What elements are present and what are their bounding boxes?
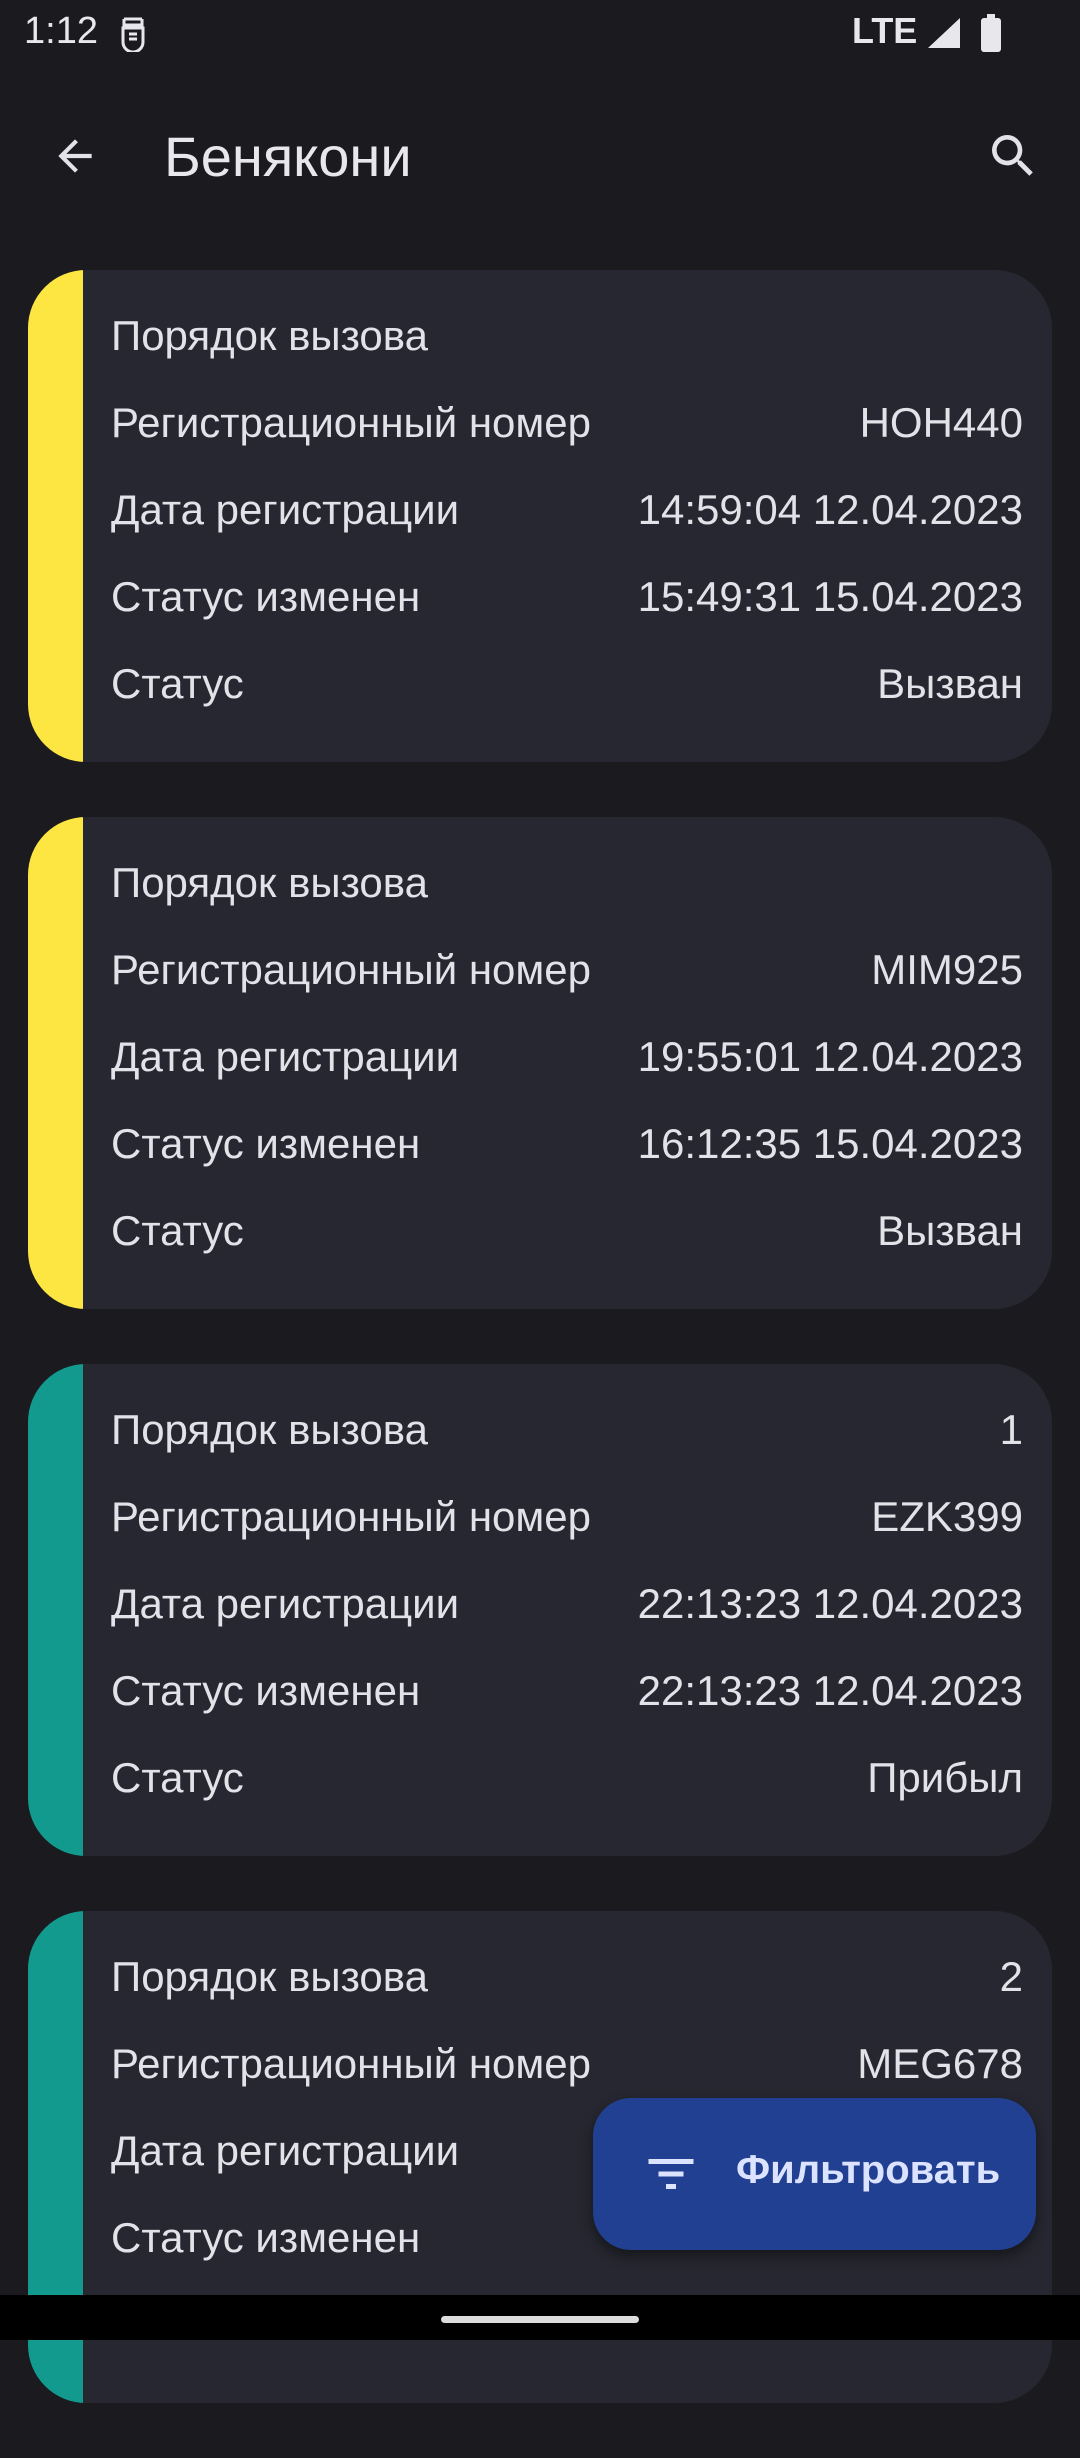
row-label: Порядок вызова [111,858,428,906]
row-value: 2 [999,1952,1023,2000]
row-registration-number: Регистрационный номер MIM925 [111,926,1023,1013]
status-stripe [28,817,83,1309]
row-label: Дата регистрации [111,485,460,533]
app-bar: Бенякони [0,96,1080,216]
row-status-changed: Статус изменен 22:13:23 12.04.2023 [111,1647,1023,1734]
row-label: Статус изменен [111,572,421,620]
queue-card[interactable]: Порядок вызова 1 Регистрационный номер E… [28,1364,1052,1856]
row-value: MEG678 [857,2039,1023,2087]
row-value: 16:12:35 15.04.2023 [637,1119,1023,1167]
row-value: EZK399 [871,1492,1023,1540]
status-bar: 1:12 LTE [0,0,1080,66]
row-value: MIM925 [871,945,1023,993]
row-call-order: Порядок вызова [111,839,1023,926]
row-label: Статус [111,1206,244,1254]
row-registration-number: Регистрационный номер HOH440 [111,379,1023,466]
row-label: Статус [111,659,244,707]
row-label: Статус изменен [111,2213,421,2261]
queue-card[interactable]: Порядок вызова Регистрационный номер HOH… [28,270,1052,762]
arrow-back-icon [58,139,92,173]
row-registration-date: Дата регистрации 14:59:04 12.04.2023 [111,466,1023,553]
search-icon [992,135,1033,176]
row-label: Дата регистрации [111,1579,460,1627]
card-body: Порядок вызова Регистрационный номер HOH… [111,292,1023,727]
row-value: 1 [999,1405,1023,1453]
row-label: Статус изменен [111,1666,421,1714]
signal-icon [928,18,960,48]
row-status-changed: Статус изменен 16:12:35 15.04.2023 [111,1100,1023,1187]
filter-button[interactable]: Фильтровать [593,2098,1036,2250]
row-label: Регистрационный номер [111,2039,591,2087]
card-body: Порядок вызова Регистрационный номер MIM… [111,839,1023,1274]
row-value: 22:13:23 12.04.2023 [637,1666,1023,1714]
row-status-changed: Статус изменен 15:49:31 15.04.2023 [111,553,1023,640]
row-registration-number: Регистрационный номер MEG678 [111,2020,1023,2107]
battery-icon [981,14,1001,52]
row-value: 14:59:04 12.04.2023 [637,485,1023,533]
row-call-order: Порядок вызова [111,292,1023,379]
row-label: Порядок вызова [111,1952,428,2000]
row-value: 19:55:01 12.04.2023 [637,1032,1023,1080]
home-indicator[interactable] [441,2316,639,2323]
row-status: Статус Вызван [111,1187,1023,1274]
row-value: HOH440 [859,398,1023,446]
status-value: Вызван [877,659,1023,707]
row-registration-number: Регистрационный номер EZK399 [111,1473,1023,1560]
status-stripe [28,1364,83,1856]
card-body: Порядок вызова 1 Регистрационный номер E… [111,1386,1023,1821]
row-label: Статус [111,1753,244,1801]
status-value: Вызван [877,1206,1023,1254]
row-status: Статус Прибыл [111,1734,1023,1821]
row-registration-date: Дата регистрации 19:55:01 12.04.2023 [111,1013,1023,1100]
page-title: Бенякони [164,125,412,188]
row-registration-date: Дата регистрации 22:13:23 12.04.2023 [111,1560,1023,1647]
filter-button-label: Фильтровать [736,2148,1001,2192]
status-time: 1:12 [24,10,98,52]
back-button[interactable] [30,118,120,194]
row-call-order: Порядок вызова 2 [111,1933,1023,2020]
status-stripe [28,270,83,762]
notification-icon [121,17,145,52]
network-type: LTE [852,10,918,51]
row-label: Статус изменен [111,1119,421,1167]
queue-card[interactable]: Порядок вызова Регистрационный номер MIM… [28,817,1052,1309]
row-status: Статус Вызван [111,640,1023,727]
row-label: Регистрационный номер [111,945,591,993]
row-label: Дата регистрации [111,1032,460,1080]
row-label: Регистрационный номер [111,398,591,446]
row-label: Дата регистрации [111,2126,460,2174]
status-value: Прибыл [867,1753,1023,1801]
row-value: 22:13:23 12.04.2023 [637,1579,1023,1627]
row-label: Порядок вызова [111,1405,428,1453]
search-button[interactable] [970,118,1056,194]
row-call-order: Порядок вызова 1 [111,1386,1023,1473]
row-label: Порядок вызова [111,311,428,359]
filter-icon [648,2159,694,2189]
row-value: 15:49:31 15.04.2023 [637,572,1023,620]
row-label: Регистрационный номер [111,1492,591,1540]
